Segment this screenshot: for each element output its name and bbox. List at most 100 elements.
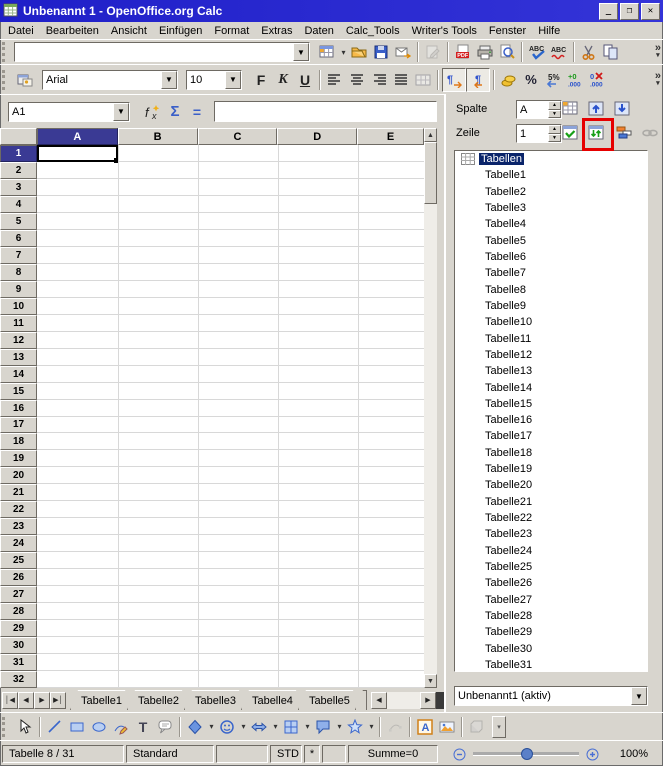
zoom-level-field[interactable]: 100% [610,745,658,763]
input-line[interactable] [214,101,437,122]
ellipse-tool-icon[interactable] [88,715,110,739]
fontwork-gallery-icon[interactable]: A [414,715,436,739]
italic-button[interactable]: K [272,69,294,91]
horizontal-scrollbar[interactable]: ◀ ▶ [370,691,444,709]
cell-strip[interactable] [37,586,424,604]
row-header-4[interactable]: 4 [0,195,37,213]
cell-strip[interactable] [37,501,424,519]
cell-strip[interactable] [37,552,424,570]
column-header-A[interactable]: A [36,128,118,145]
column-header-C[interactable]: C [197,128,278,145]
tree-item-tabelle14[interactable]: Tabelle14 [455,379,647,395]
cell-cursor[interactable] [37,145,119,163]
tree-item-tabelle27[interactable]: Tabelle27 [455,591,647,607]
tree-item-tabelle6[interactable]: Tabelle6 [455,249,647,265]
tree-item-tabelle7[interactable]: Tabelle7 [455,265,647,281]
add-decimal-icon[interactable]: +0.000 [564,69,586,91]
tree-item-tabelle8[interactable]: Tabelle8 [455,282,647,298]
end-icon[interactable] [610,98,634,118]
stars-dropdown-icon[interactable]: ▾ [367,722,376,731]
column-header-D[interactable]: D [277,128,358,145]
pdf-export-icon[interactable]: PDF [452,41,474,63]
bold-button[interactable]: F [250,69,272,91]
tree-item-tabelle28[interactable]: Tabelle28 [455,608,647,624]
row-header-2[interactable]: 2 [0,161,37,179]
tree-item-tabelle29[interactable]: Tabelle29 [455,624,647,640]
cell-strip[interactable] [37,315,424,332]
menu-datei[interactable]: Datei [2,24,40,38]
row-header-24[interactable]: 24 [0,535,37,553]
tab-split-handle[interactable] [436,691,444,709]
toolbar-overflow-icon[interactable]: » ▾ [655,70,661,88]
cell-strip[interactable] [37,417,424,434]
cell-strip[interactable] [37,400,424,417]
vertical-scrollbar[interactable]: ▲ ▼ [424,128,437,688]
scroll-right-icon[interactable]: ▶ [420,691,436,709]
start-icon[interactable] [584,98,608,118]
horizontal-scroll-track[interactable] [387,692,420,709]
cell-strip[interactable] [37,654,424,672]
edit-file-icon[interactable] [422,41,444,63]
toolbar-grip[interactable] [2,42,10,62]
last-sheet-icon[interactable]: ▶│ [50,691,66,709]
toolbar-overflow-icon[interactable]: » ▾ [655,43,661,60]
cell-strip[interactable] [37,213,424,230]
text-direction-rtl-icon[interactable]: ¶ [466,67,490,92]
dropdown-icon[interactable]: ▼ [113,102,129,121]
tree-item-tabelle23[interactable]: Tabelle23 [455,526,647,542]
row-header-1[interactable]: 1 [0,145,37,162]
flowchart-icon[interactable] [280,715,302,739]
sheet-tab-tabelle2[interactable]: Tabelle2 [127,690,190,710]
drag-mode-icon[interactable] [638,122,662,142]
sum-field[interactable]: Summe=0 [348,745,438,763]
currency-format-icon[interactable] [498,69,520,91]
row-header-10[interactable]: 10 [0,297,37,315]
cell-strip[interactable] [37,230,424,247]
cut-icon[interactable] [578,41,600,63]
cell-strip[interactable] [37,247,424,264]
tree-item-tabelle25[interactable]: Tabelle25 [455,559,647,575]
tree-item-tabelle1[interactable]: Tabelle1 [455,167,647,183]
cell-strip[interactable] [37,298,424,315]
scroll-down-icon[interactable]: ▼ [424,674,437,688]
row-header-21[interactable]: 21 [0,484,37,502]
styles-icon[interactable] [14,69,36,91]
scroll-up-icon[interactable]: ▲ [424,128,437,142]
flowchart-dropdown-icon[interactable]: ▾ [303,722,312,731]
page-style-field[interactable]: Standard [126,745,214,763]
select-tool-icon[interactable] [14,715,36,739]
tree-item-tabelle22[interactable]: Tabelle22 [455,510,647,526]
save-icon[interactable] [370,41,392,63]
row-header-9[interactable]: 9 [0,280,37,298]
font-size-combobox[interactable]: 10 ▼ [186,69,242,90]
column-spinner[interactable]: A ▲ ▼ [516,100,562,119]
menu-writer-s-tools[interactable]: Writer's Tools [406,24,483,38]
cell-strip[interactable] [37,535,424,553]
zoom-slider-thumb[interactable] [521,748,533,760]
row-header-27[interactable]: 27 [0,586,37,604]
tree-item-tabelle4[interactable]: Tabelle4 [455,216,647,232]
menu-ansicht[interactable]: Ansicht [105,24,153,38]
freeform-tool-icon[interactable] [110,715,132,739]
row-header-31[interactable]: 31 [0,654,37,672]
new-document-icon[interactable] [316,41,338,63]
row-header-11[interactable]: 11 [0,314,37,332]
zoom-in-icon[interactable] [585,747,600,762]
tree-item-tabelle21[interactable]: Tabelle21 [455,494,647,510]
select-all-corner[interactable] [0,128,37,145]
row-header-26[interactable]: 26 [0,569,37,587]
prev-sheet-icon[interactable]: ◀ [18,691,34,709]
data-range-icon[interactable] [558,98,582,118]
align-justify-icon[interactable] [390,69,412,91]
contents-icon[interactable] [558,122,582,142]
zoom-slider-track[interactable] [473,748,579,760]
menu-fenster[interactable]: Fenster [483,24,532,38]
zoom-out-icon[interactable] [452,747,467,762]
scenarios-icon[interactable] [612,122,636,142]
tree-item-tabelle18[interactable]: Tabelle18 [455,445,647,461]
scroll-left-icon[interactable]: ◀ [370,691,387,709]
row-header-22[interactable]: 22 [0,501,37,519]
tree-item-tabelle15[interactable]: Tabelle15 [455,396,647,412]
print-icon[interactable] [474,41,496,63]
tree-item-tabelle30[interactable]: Tabelle30 [455,640,647,656]
